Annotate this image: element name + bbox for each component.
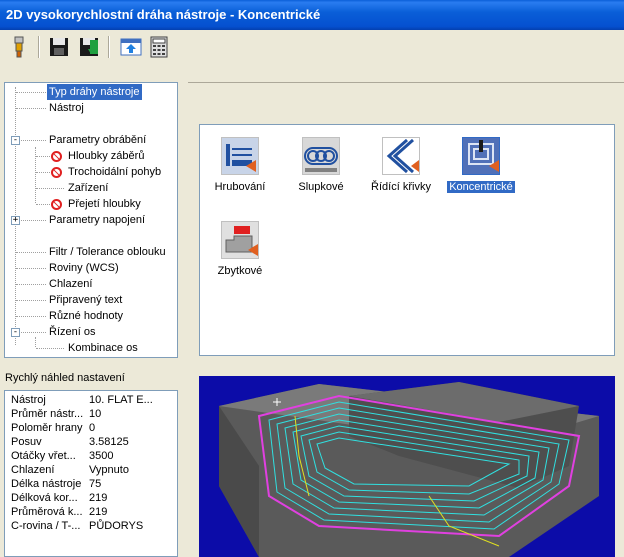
disabled-icon: [51, 199, 62, 210]
collapse-icon[interactable]: -: [11, 328, 20, 337]
tree-item-coolant[interactable]: Chlazení: [47, 276, 94, 292]
top-strip: [188, 82, 624, 112]
save-button[interactable]: [46, 34, 72, 60]
settings-tree: Typ dráhy nástroje Nástroj - Parametry o…: [4, 82, 178, 358]
type-rest-mill[interactable]: Zbytkové: [203, 221, 277, 277]
preview-key: Průměr nástr...: [11, 408, 84, 420]
type-label: Slupkové: [298, 181, 344, 193]
type-label: Hrubování: [214, 181, 266, 193]
preview-value: 10: [89, 408, 102, 420]
roughing-icon: [221, 137, 259, 175]
tree-item-cut-params[interactable]: Parametry obrábění: [47, 132, 148, 148]
preview-key: Délková kor...: [11, 492, 78, 504]
preview-value: 3.58125: [89, 436, 129, 448]
type-label: Koncentrické: [447, 181, 515, 193]
toolpath-preview-image: [219, 382, 599, 557]
preview-panel: Nástroj 10. FLAT E... Průměr nástr... 10…: [4, 390, 178, 557]
calculator-icon: [150, 36, 168, 58]
export-button[interactable]: [118, 34, 144, 60]
tree-item-axis-combination[interactable]: Kombinace os: [66, 340, 140, 356]
preview-value: 10. FLAT E...: [89, 394, 153, 406]
preview-key: Délka nástroje: [11, 478, 82, 490]
type-core-mill[interactable]: Slupkové: [284, 137, 358, 193]
tree-item-depth-cuts[interactable]: Hloubky záběrů: [66, 148, 146, 164]
preview-key: Chlazení: [11, 464, 55, 476]
tree-item-device[interactable]: Zařízení: [66, 180, 110, 196]
tree-item-arc-filter[interactable]: Filtr / Tolerance oblouku: [47, 244, 168, 260]
rest-curves-icon: [382, 137, 420, 175]
disabled-icon: [51, 151, 62, 162]
preview-value: 75: [89, 478, 102, 490]
toolpath-preview-viewport[interactable]: [199, 376, 615, 557]
preview-value: 219: [89, 506, 108, 518]
preview-key: Nástroj: [11, 394, 46, 406]
preview-value: 3500: [89, 450, 114, 462]
toolpath-type-list: Hrubování Slupkové Řídící křivky Koncent…: [199, 124, 615, 356]
core-mill-icon: [302, 137, 340, 175]
tree-item-trochoidal[interactable]: Trochoidální pohyb: [66, 164, 163, 180]
preview-key: Poloměr hrany: [11, 422, 83, 434]
save-icon: [50, 38, 68, 56]
type-concentric[interactable]: Koncentrické: [444, 137, 518, 193]
type-label: Řídící křivky: [371, 181, 431, 193]
tree-item-tool[interactable]: Nástroj: [47, 100, 86, 116]
concentric-icon: [462, 137, 500, 175]
preview-value: PŮDORYS: [89, 520, 144, 532]
type-guide-curves[interactable]: Řídící křivky: [364, 137, 438, 193]
preview-key: Průměrová k...: [11, 506, 83, 518]
tree-item-toolpath-type[interactable]: Typ dráhy nástroje: [47, 84, 142, 100]
tool-button[interactable]: [6, 34, 32, 60]
preview-value: Vypnuto: [89, 464, 129, 476]
toolbar: [0, 30, 624, 66]
tree-item-planes[interactable]: Roviny (WCS): [47, 260, 121, 276]
preview-key: Posuv: [11, 436, 42, 448]
collapse-icon[interactable]: -: [11, 136, 20, 145]
tree-item-linking-params[interactable]: Parametry napojení: [47, 212, 147, 228]
rest-mill-icon: [221, 221, 259, 259]
export-icon: [120, 38, 142, 56]
preview-key: C-rovina / T-...: [11, 520, 81, 532]
save-green-icon: [80, 38, 98, 56]
tree-item-axis-control[interactable]: Řízení os: [47, 324, 97, 340]
preview-key: Otáčky vřet...: [11, 450, 76, 462]
expand-icon[interactable]: +: [11, 216, 20, 225]
preview-value: 219: [89, 492, 108, 504]
preview-value: 0: [89, 422, 96, 434]
calculator-button[interactable]: [146, 34, 172, 60]
preview-heading: Rychlý náhled nastavení: [5, 372, 125, 384]
tree-item-depth-overrun[interactable]: Přejetí hloubky: [66, 196, 143, 212]
tool-icon: [14, 36, 24, 58]
save-as-button[interactable]: [76, 34, 102, 60]
tree-item-misc-values[interactable]: Různé hodnoty: [47, 308, 125, 324]
tree-item-canned-text[interactable]: Připravený text: [47, 292, 124, 308]
type-roughing[interactable]: Hrubování: [203, 137, 277, 193]
type-label: Zbytkové: [217, 265, 263, 277]
window-title: 2D vysokorychlostní dráha nástroje - Kon…: [0, 0, 624, 30]
disabled-icon: [51, 167, 62, 178]
